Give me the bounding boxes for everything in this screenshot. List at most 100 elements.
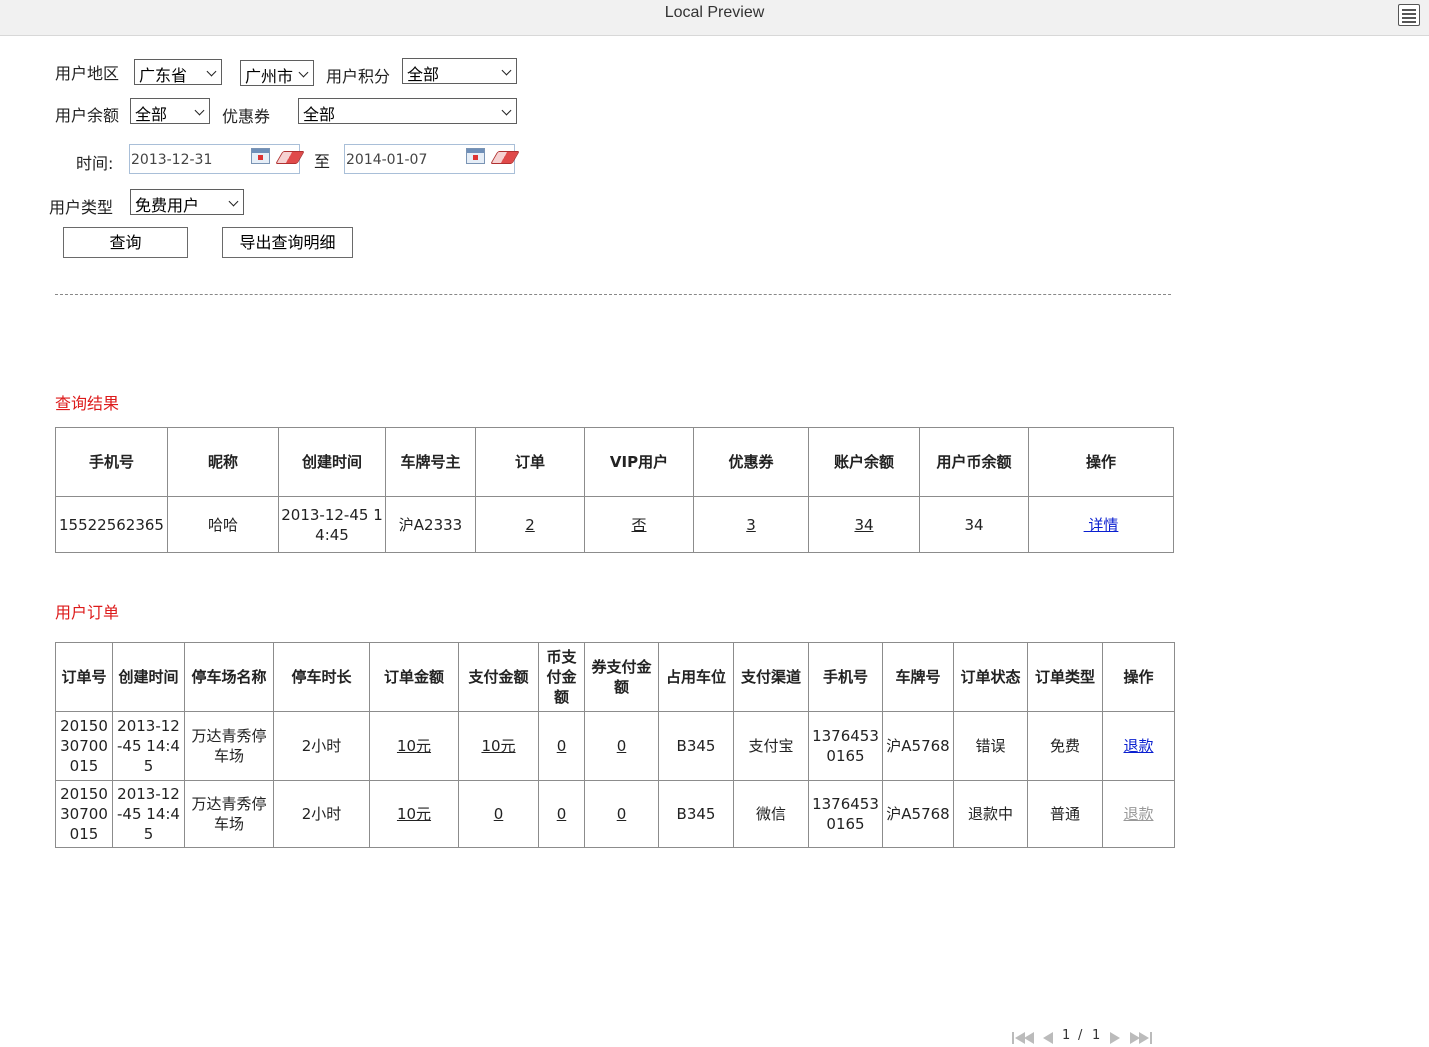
details-link[interactable]: 详情 — [1084, 516, 1118, 534]
results-title: 查询结果 — [55, 394, 120, 413]
clear-date-icon[interactable] — [490, 151, 520, 164]
order-no-cell: 2015030700015 — [55, 780, 113, 848]
paid-link[interactable]: 10元 — [481, 737, 515, 755]
plate-cell: 沪A5768 — [882, 780, 954, 848]
balance-value: 全部 — [135, 105, 168, 124]
amount-cell: 10元 — [369, 711, 459, 781]
column-header: 车牌号 — [882, 642, 954, 712]
user-type-select[interactable]: 免费用户 — [130, 189, 244, 215]
column-header: 停车时长 — [273, 642, 370, 712]
date-from-field[interactable] — [129, 144, 305, 174]
next-page-icon[interactable] — [1110, 1032, 1120, 1044]
coupons-link[interactable]: 3 — [746, 516, 756, 534]
orders-link[interactable]: 2 — [525, 516, 535, 534]
coupon-paid-link[interactable]: 0 — [617, 805, 627, 823]
export-button[interactable]: 导出查询明细 — [222, 227, 353, 258]
date-from-input[interactable] — [131, 149, 241, 171]
duration-cell: 2小时 — [273, 711, 370, 781]
window-title: Local Preview — [664, 4, 765, 21]
channel-cell: 支付宝 — [733, 711, 809, 781]
coin-paid-cell: 0 — [538, 711, 585, 781]
coin-balance-cell: 34 — [919, 496, 1029, 553]
balance-select[interactable]: 全部 — [130, 98, 210, 124]
menu-icon[interactable] — [1398, 4, 1420, 26]
chevron-down-icon — [298, 67, 309, 78]
vip-cell: 否 — [584, 496, 694, 553]
column-header: 创建时间 — [278, 427, 386, 497]
paid-link[interactable]: 0 — [494, 805, 504, 823]
prev-page-icon[interactable] — [1043, 1032, 1053, 1044]
date-to-field[interactable] — [344, 144, 520, 174]
plate-cell: 沪A5768 — [882, 711, 954, 781]
column-header: VIP用户 — [584, 427, 694, 497]
time-label: 时间: — [76, 154, 114, 173]
page-separator: / — [1078, 1028, 1083, 1043]
points-select[interactable]: 全部 — [402, 58, 517, 84]
coin-paid-link[interactable]: 0 — [557, 737, 567, 755]
action-cell: 退款 — [1102, 780, 1175, 848]
date-to-input[interactable] — [346, 149, 456, 171]
amount-link[interactable]: 10元 — [397, 737, 431, 755]
column-header: 支付渠道 — [733, 642, 809, 712]
query-button[interactable]: 查询 — [63, 227, 188, 258]
table-header-row: 订单号 创建时间 停车场名称 停车时长 订单金额 支付金额 币支付金额 券支付金… — [55, 642, 1175, 712]
chevron-down-icon — [206, 66, 217, 77]
column-header: 创建时间 — [112, 642, 185, 712]
points-value: 全部 — [407, 65, 440, 84]
balance-link[interactable]: 34 — [854, 516, 873, 534]
coupon-paid-link[interactable]: 0 — [617, 737, 627, 755]
coin-paid-link[interactable]: 0 — [557, 805, 567, 823]
coupon-select[interactable]: 全部 — [298, 98, 517, 124]
type-cell: 免费 — [1027, 711, 1103, 781]
action-cell: 退款 — [1102, 711, 1175, 781]
region-label: 用户地区 — [55, 64, 120, 83]
column-header: 账户余额 — [808, 427, 920, 497]
column-header: 用户币余额 — [919, 427, 1029, 497]
clear-date-icon[interactable] — [275, 151, 305, 164]
space-cell: B345 — [658, 780, 734, 848]
column-header: 订单 — [475, 427, 585, 497]
results-table: 手机号 昵称 创建时间 车牌号主 订单 VIP用户 优惠券 账户余额 用户币余额… — [55, 427, 1174, 553]
orders-cell: 2 — [475, 496, 585, 553]
column-header: 币支付金额 — [538, 642, 585, 712]
user-type-label: 用户类型 — [49, 198, 114, 217]
refund-link[interactable]: 退款 — [1123, 737, 1153, 755]
column-header: 手机号 — [55, 427, 168, 497]
amount-link[interactable]: 10元 — [397, 805, 431, 823]
first-page-icon — [1012, 1032, 1014, 1044]
column-header: 操作 — [1102, 642, 1175, 712]
created-cell: 2013-12-45 14:45 — [112, 780, 185, 848]
table-row: 15522562365 哈哈 2013-12-45 14:45 沪A2333 2… — [55, 496, 1174, 553]
table-row: 2015030700015 2013-12-45 14:45 万达青秀停车场 2… — [55, 711, 1175, 781]
province-select[interactable]: 广东省 — [134, 59, 222, 85]
total-pages: 1 — [1092, 1028, 1101, 1043]
window-titlebar: Local Preview — [0, 0, 1429, 36]
column-header: 操作 — [1028, 427, 1174, 497]
coupon-value: 全部 — [303, 105, 336, 124]
action-cell: 详情 — [1028, 496, 1174, 553]
coupon-paid-cell: 0 — [584, 711, 659, 781]
calendar-icon[interactable] — [251, 148, 270, 164]
balance-cell: 34 — [808, 496, 920, 553]
order-no-cell: 2015030700015 — [55, 711, 113, 781]
phone-cell: 13764530165 — [808, 780, 883, 848]
column-header: 支付金额 — [458, 642, 539, 712]
balance-label: 用户余额 — [55, 106, 120, 125]
space-cell: B345 — [658, 711, 734, 781]
vip-link[interactable]: 否 — [631, 516, 646, 534]
amount-cell: 10元 — [369, 780, 459, 848]
divider — [55, 294, 1171, 295]
province-value: 广东省 — [139, 66, 188, 85]
city-select[interactable]: 广州市 — [240, 60, 314, 86]
calendar-icon[interactable] — [466, 148, 485, 164]
current-page: 1 — [1062, 1028, 1071, 1043]
channel-cell: 微信 — [733, 780, 809, 848]
orders-table: 订单号 创建时间 停车场名称 停车时长 订单金额 支付金额 币支付金额 券支付金… — [55, 642, 1175, 848]
status-cell: 退款中 — [953, 780, 1028, 848]
duration-cell: 2小时 — [273, 780, 370, 848]
column-header: 订单状态 — [953, 642, 1028, 712]
coupon-label: 优惠券 — [222, 107, 271, 126]
column-header: 手机号 — [808, 642, 883, 712]
created-cell: 2013-12-45 14:45 — [112, 711, 185, 781]
chevron-down-icon — [228, 196, 239, 207]
